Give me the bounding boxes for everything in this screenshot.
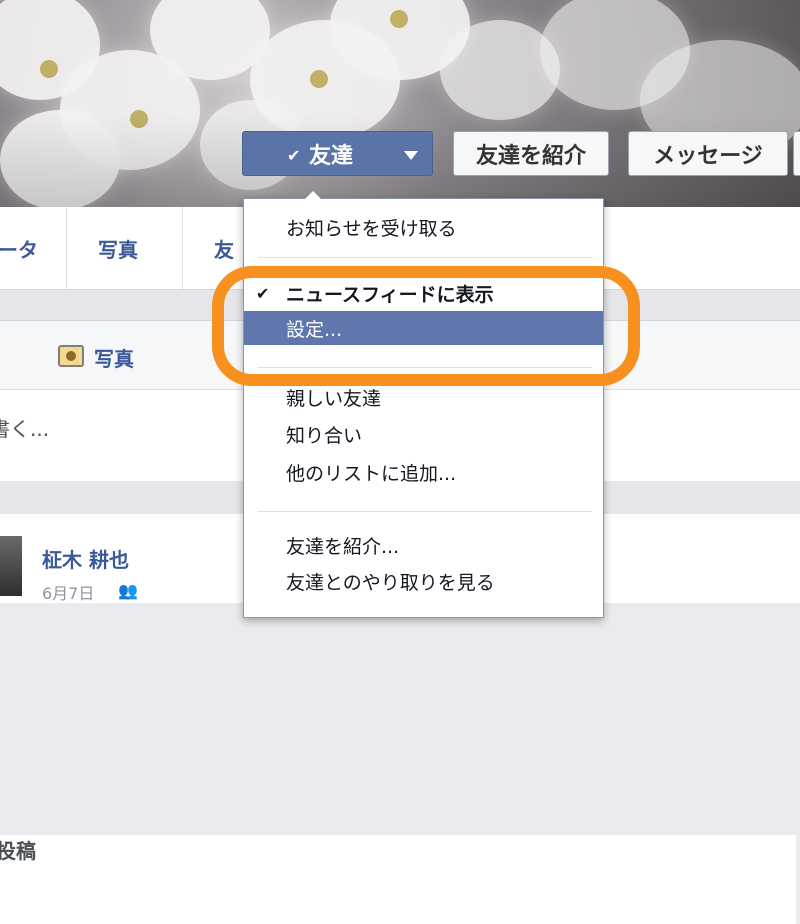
post-date[interactable]: 6月7日 (42, 580, 94, 604)
menu-item-add-to-list[interactable]: 他のリストに追加... (244, 455, 603, 489)
friend-status-button[interactable]: ✔ 友達 (242, 131, 433, 176)
tab-friends[interactable]: 友 (214, 207, 234, 289)
post-author-link[interactable]: 柾木 耕也 (42, 544, 129, 573)
menu-item-label: ニュースフィードに表示 (286, 283, 494, 306)
menu-item-recommend-friends[interactable]: 友達を紹介... (244, 528, 603, 562)
friend-options-menu: お知らせを受け取る ✔ ニュースフィードに表示 設定... 親しい友達 知り合い… (243, 190, 604, 618)
composer-tab-photo[interactable]: 写真 (94, 343, 134, 372)
tab-photos[interactable]: 写真 (98, 207, 138, 289)
caret-down-icon (404, 151, 418, 160)
menu-item-acquaintances[interactable]: 知り合い (244, 417, 603, 451)
recommend-friend-button[interactable]: 友達を紹介 (453, 131, 609, 176)
avatar[interactable] (0, 536, 22, 596)
tab-label: ータ (0, 237, 38, 262)
menu-item-label: 設定... (286, 318, 343, 341)
message-button-label: メッセージ (653, 143, 763, 169)
friend-button-label: 友達 (309, 143, 354, 169)
menu-item-label: 友達とのやり取りを見る (286, 571, 495, 594)
photo-icon (58, 345, 84, 367)
check-icon: ✔ (287, 146, 301, 165)
menu-item-label: 知り合い (286, 424, 363, 447)
tab-label: 写真 (98, 237, 138, 262)
menu-item-settings[interactable]: 設定... (244, 311, 603, 345)
more-options-button[interactable] (793, 131, 800, 176)
menu-item-close-friends[interactable]: 親しい友達 (244, 380, 603, 414)
menu-item-get-notifications[interactable]: お知らせを受け取る (244, 210, 603, 244)
menu-item-label: 友達を紹介... (286, 535, 400, 558)
check-icon: ✔ (256, 283, 270, 303)
tab-timeline[interactable]: ータ (0, 207, 38, 289)
recommend-button-label: 友達を紹介 (475, 143, 586, 169)
composer-input[interactable]: 書く... (0, 413, 49, 442)
menu-item-label: 親しい友達 (286, 387, 382, 410)
message-button[interactable]: メッセージ (628, 131, 788, 176)
menu-item-see-friendship[interactable]: 友達とのやり取りを見る (244, 564, 603, 598)
friends-icon: 👥 (118, 581, 138, 600)
tab-label: 友 (214, 237, 234, 262)
menu-item-show-in-news-feed[interactable]: ✔ ニュースフィードに表示 (244, 276, 603, 310)
menu-item-label: お知らせを受け取る (286, 217, 457, 240)
menu-item-label: 他のリストに追加... (286, 462, 457, 485)
composer-tab-post[interactable]: 投稿 (0, 835, 796, 924)
